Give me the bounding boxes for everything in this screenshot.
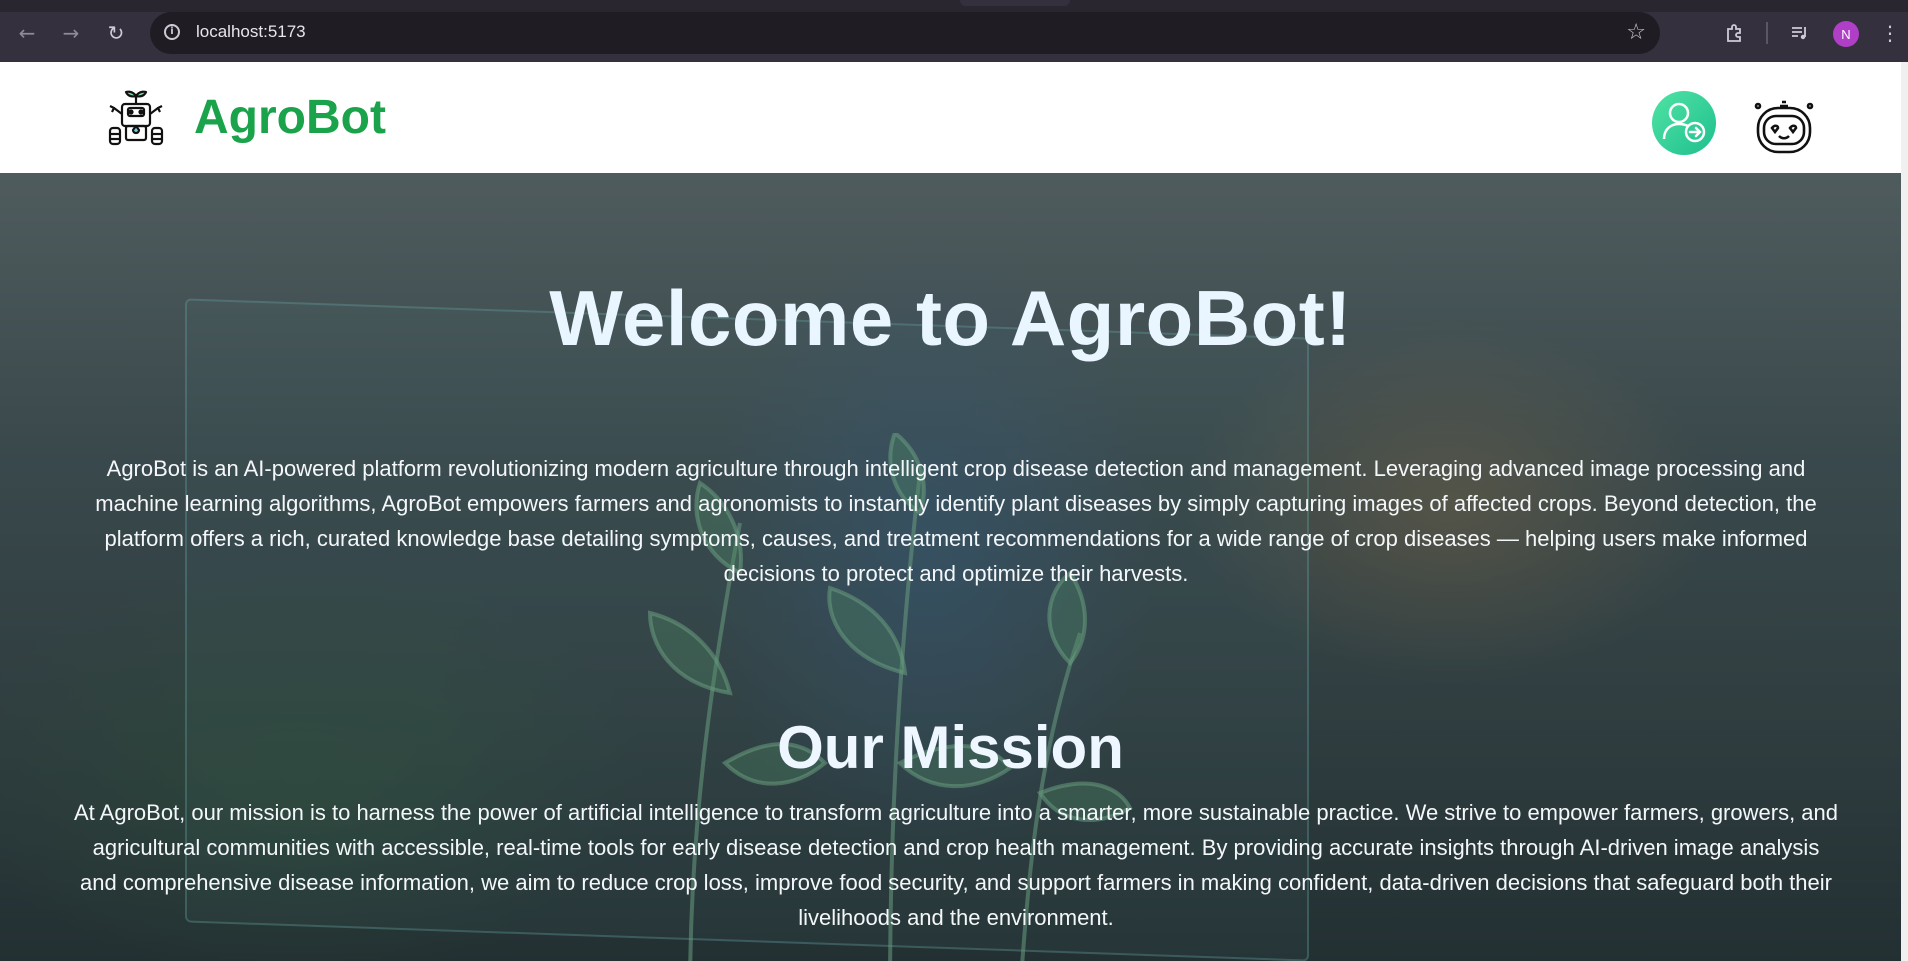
hero-section: Welcome to AgroBot! AgroBot is an AI-pow… <box>0 173 1901 961</box>
site-header: AgroBot <box>0 62 1901 173</box>
mission-paragraph: At AgroBot, our mission is to harness th… <box>73 800 1839 930</box>
robot-face-icon <box>1754 100 1814 154</box>
chatbot-button[interactable] <box>1752 96 1816 160</box>
bookmark-star-icon[interactable]: ☆ <box>1626 20 1646 45</box>
brand-name[interactable]: AgroBot <box>194 90 386 145</box>
welcome-title: Welcome to AgroBot! <box>549 274 1352 362</box>
media-controls-icon[interactable] <box>1785 18 1815 48</box>
toolbar-divider <box>1766 22 1768 44</box>
address-bar[interactable]: i localhost:5173 ☆ <box>150 12 1660 54</box>
more-menu-icon[interactable]: ⋮ <box>1875 18 1905 48</box>
intro-paragraph: AgroBot is an AI-powered platform revolu… <box>95 456 1817 586</box>
site-info-icon[interactable]: i <box>164 24 180 40</box>
reload-icon[interactable]: ↻ <box>101 18 131 48</box>
robot-farmer-icon <box>104 84 168 148</box>
active-tab-edge <box>960 0 1070 6</box>
login-button[interactable] <box>1652 91 1716 155</box>
hero-content: Welcome to AgroBot! AgroBot is an AI-pow… <box>0 173 1901 961</box>
tab-strip <box>0 0 1908 12</box>
extensions-icon[interactable] <box>1720 18 1750 48</box>
profile-avatar[interactable]: N <box>1833 21 1859 47</box>
user-login-icon <box>1662 102 1706 143</box>
forward-arrow-icon[interactable]: → <box>56 18 86 48</box>
mission-title: Our Mission <box>777 714 1124 781</box>
page-viewport: AgroBot Welcome to AgroBot! AgroBot is a… <box>0 62 1901 961</box>
back-arrow-icon[interactable]: ← <box>12 18 42 48</box>
url-text[interactable]: localhost:5173 <box>196 22 306 42</box>
browser-toolbar: ← → ↻ i localhost:5173 ☆ N ⋮ <box>0 0 1908 62</box>
page-scrollbar[interactable] <box>1901 62 1908 961</box>
